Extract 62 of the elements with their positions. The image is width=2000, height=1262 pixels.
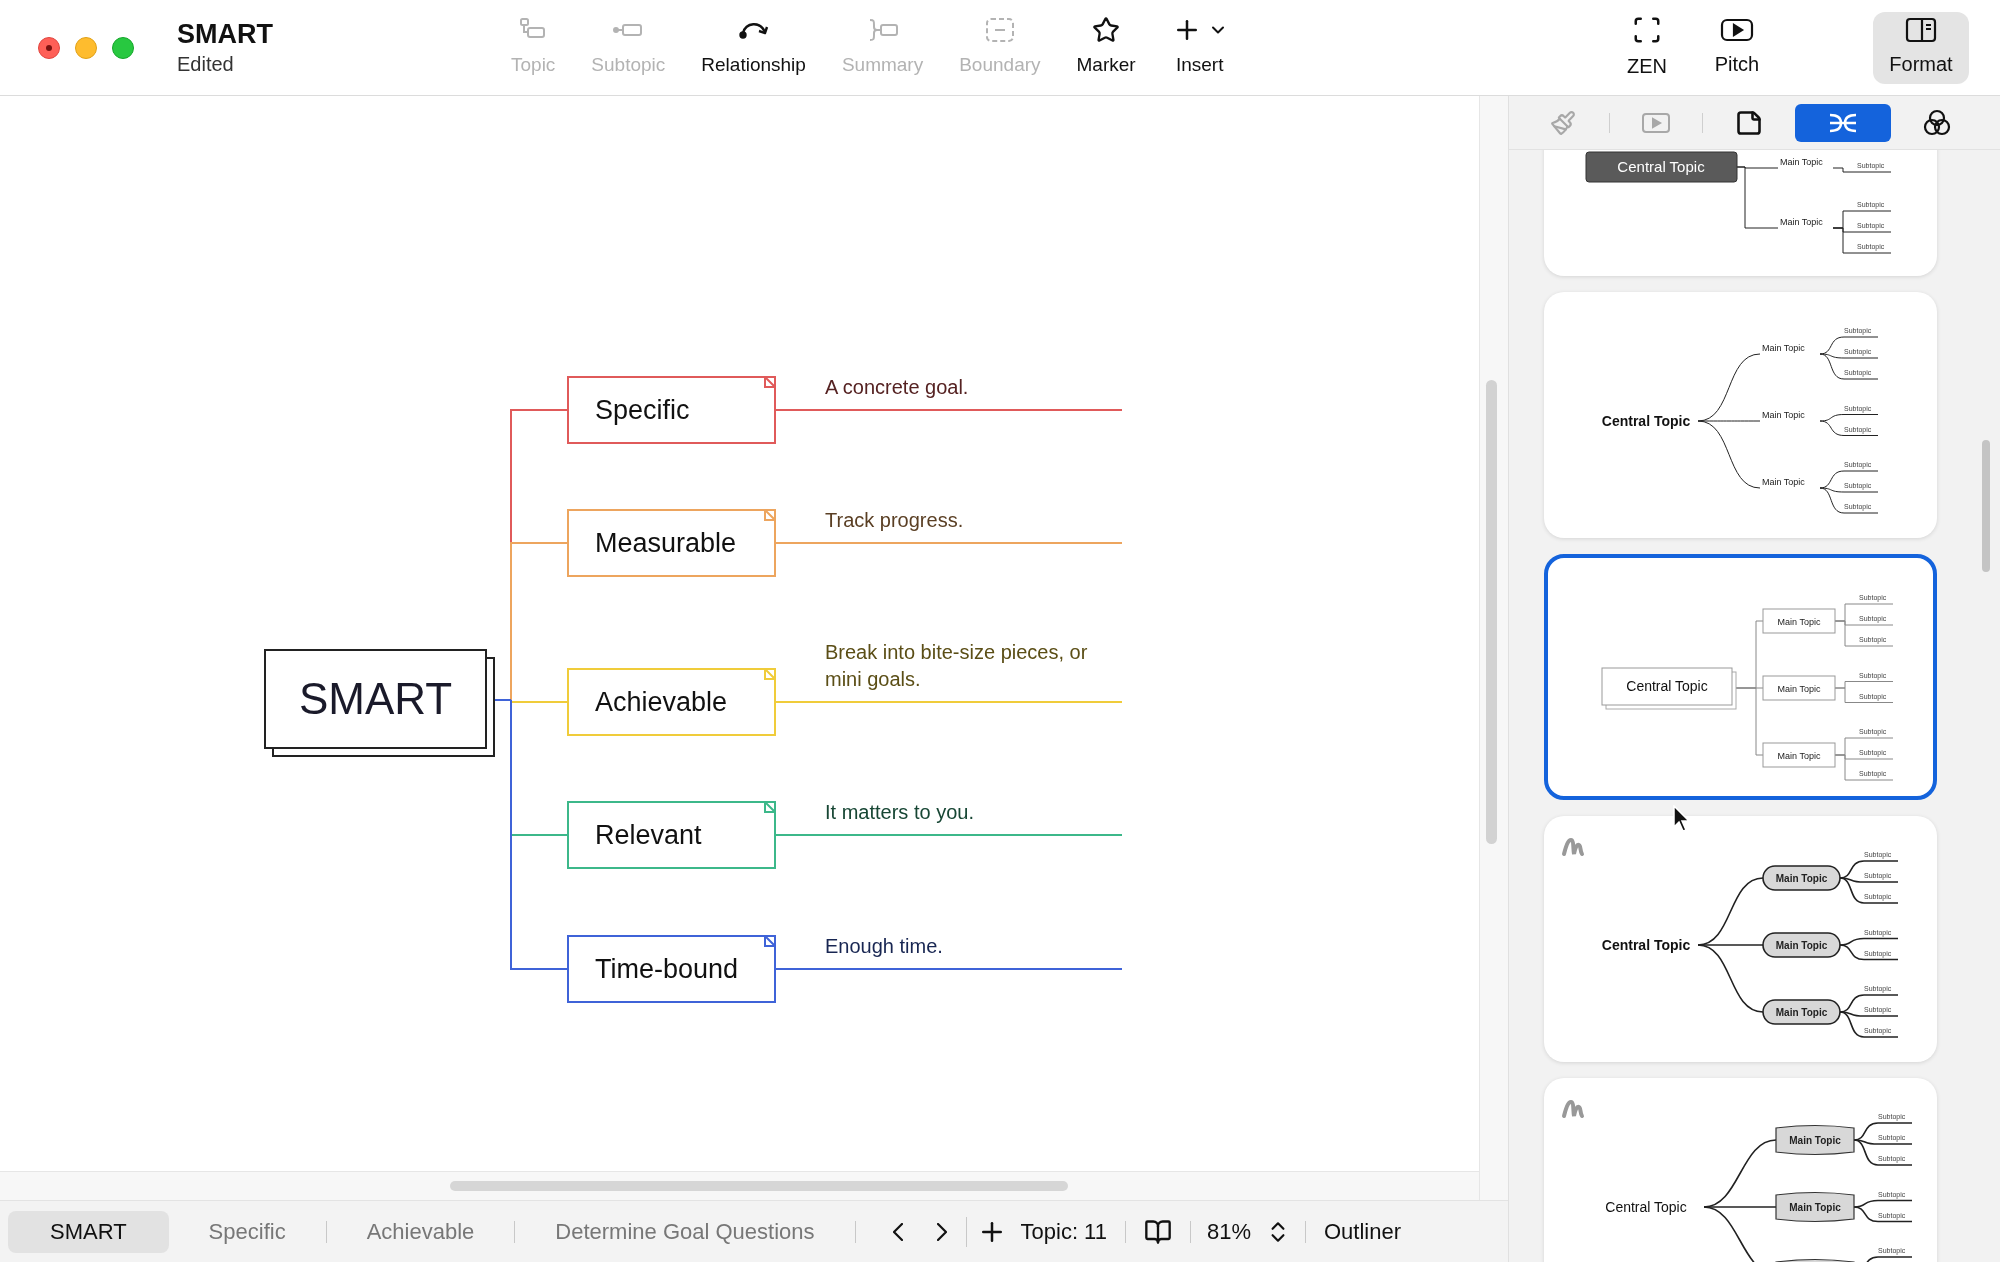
horizontal-scrollbar[interactable] [450, 1181, 1068, 1191]
window-title: SMART [177, 18, 274, 52]
view-button[interactable]: Pitch [1701, 11, 1773, 84]
central-topic-label: Central Topic [1601, 937, 1691, 953]
topic-label: Achievable [595, 685, 728, 719]
main-topic-label: Main Topic [1762, 343, 1805, 353]
boundary-icon [983, 17, 1016, 44]
zoom-window-button[interactable] [112, 36, 134, 59]
topic-note: Break into bite-size pieces, or mini goals. [825, 640, 1089, 692]
sheet-tab[interactable]: SMART [8, 1210, 169, 1253]
main-topic-label: Main Topic [1780, 157, 1823, 167]
chevron-left-icon [892, 1222, 903, 1241]
sheet-tab[interactable]: Specific [168, 1210, 326, 1253]
topic-note: Track progress. [825, 508, 965, 533]
main-topic-label: Main Topic [1789, 1202, 1841, 1213]
play-icon [1641, 110, 1671, 135]
main-topic-label: Main Topic [1775, 873, 1828, 884]
central-topic-label: Central Topic [1605, 1199, 1687, 1215]
toolbar-button[interactable]: Marker [1066, 15, 1146, 80]
topic-label: Relevant [595, 818, 702, 852]
sidebar-icon [1905, 16, 1937, 43]
central-topic-label: SMART [298, 673, 453, 725]
topic-label: Time-bound [595, 952, 739, 986]
central-topic-label: Central Topic [1626, 678, 1708, 694]
toolbar-button[interactable]: Relationship [691, 15, 816, 80]
main-topic-label: Main Topic [1780, 217, 1823, 227]
main-topic-label: Main Topic [1775, 940, 1828, 951]
central-topic-label: Central Topic [1601, 413, 1691, 429]
vertical-scrollbar[interactable] [1486, 380, 1497, 844]
main-topic-label: Main Topic [1789, 1135, 1841, 1146]
brush-icon [1550, 109, 1576, 136]
sticky-note-icon [1735, 108, 1763, 137]
panel-scrollbar[interactable] [1982, 440, 1990, 572]
topic-note: A concrete goal. [825, 375, 970, 400]
topic-note: Enough time. [825, 934, 944, 959]
star-icon [1092, 16, 1121, 45]
main-topic-label: Main Topic [1777, 617, 1821, 627]
toolbar-button[interactable]: Insert [1161, 15, 1238, 80]
color-circles-icon [1923, 108, 1951, 137]
close-window-button[interactable] [38, 36, 60, 59]
view-button[interactable]: Format [1873, 11, 1969, 84]
map-button[interactable] [1143, 1217, 1172, 1246]
zoom-level: 81% [1206, 1218, 1251, 1246]
topic-label: Measurable [595, 526, 737, 560]
central-topic-label: Central Topic [1617, 158, 1705, 175]
main-topic-label: Main Topic [1777, 751, 1821, 761]
book-icon [1143, 1217, 1172, 1246]
main-topic-label: Main Topic [1762, 410, 1805, 420]
chevron-right-icon [936, 1222, 947, 1241]
topic-note: It matters to you. [825, 800, 975, 825]
view-button[interactable]: ZEN [1611, 11, 1683, 84]
mouse-pointer-icon [1673, 805, 1691, 833]
sheet-tab[interactable]: Determine Goal Questions [515, 1210, 855, 1253]
main-topic-label: Main Topic [1775, 1007, 1828, 1018]
play-icon [1720, 16, 1754, 43]
topic-count: Topic: 11 [1020, 1218, 1107, 1246]
sheet-tab[interactable]: Achievable [326, 1210, 515, 1253]
topic-label: Specific [595, 393, 690, 427]
document-status: Edited [177, 51, 235, 77]
outliner-button[interactable]: Outliner [1324, 1215, 1402, 1248]
main-topic-label: Main Topic [1762, 477, 1805, 487]
main-topic-label: Main Topic [1777, 684, 1821, 694]
